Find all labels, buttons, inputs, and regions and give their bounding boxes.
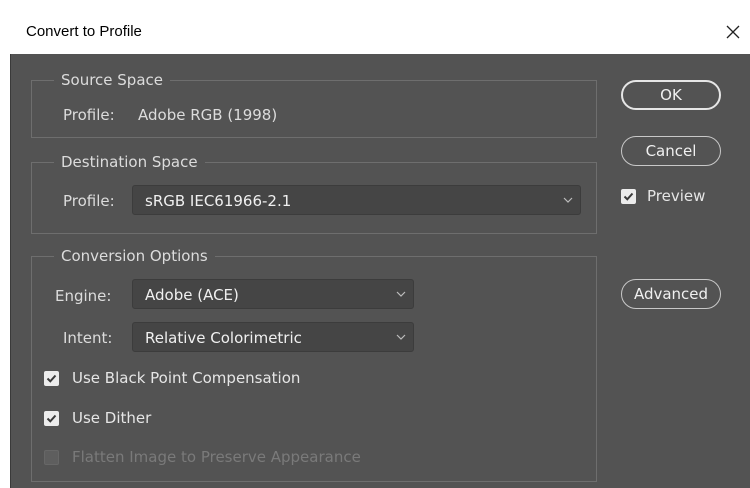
chevron-down-icon	[396, 334, 406, 340]
intent-selected: Relative Colorimetric	[145, 329, 302, 347]
convert-to-profile-dialog: Convert to Profile Source Space Profile:…	[0, 0, 750, 488]
close-button[interactable]	[716, 14, 750, 50]
destination-profile-label: Profile:	[63, 192, 115, 210]
close-icon	[726, 25, 740, 39]
source-profile-label: Profile:	[63, 106, 115, 124]
checkmark-icon	[46, 374, 57, 383]
engine-selected: Adobe (ACE)	[145, 286, 239, 304]
destination-space-group: Destination Space Profile: sRGB IEC61966…	[31, 152, 597, 234]
window-title: Convert to Profile	[26, 23, 142, 40]
chevron-down-icon	[563, 197, 573, 203]
preview-checkbox[interactable]	[621, 189, 636, 204]
chevron-down-icon	[396, 291, 406, 297]
checkmark-icon	[623, 192, 634, 201]
conversion-options-legend: Conversion Options	[54, 246, 215, 266]
advanced-button[interactable]: Advanced	[621, 279, 721, 309]
title-bar: Convert to Profile	[0, 0, 750, 54]
preview-label: Preview	[647, 187, 706, 205]
engine-label: Engine:	[55, 287, 112, 305]
checkmark-icon	[46, 414, 57, 423]
dialog-body: Source Space Profile: Adobe RGB (1998) D…	[10, 54, 750, 488]
black-point-checkbox[interactable]	[44, 371, 59, 386]
intent-select[interactable]: Relative Colorimetric	[132, 322, 414, 352]
black-point-label: Use Black Point Compensation	[72, 369, 301, 387]
flatten-label: Flatten Image to Preserve Appearance	[72, 448, 361, 466]
intent-label: Intent:	[63, 329, 113, 347]
destination-profile-select[interactable]: sRGB IEC61966-2.1	[132, 185, 581, 215]
source-profile-value: Adobe RGB (1998)	[138, 106, 278, 124]
engine-select[interactable]: Adobe (ACE)	[132, 279, 414, 309]
destination-profile-selected: sRGB IEC61966-2.1	[145, 192, 292, 210]
flatten-checkbox	[44, 450, 59, 465]
destination-space-legend: Destination Space	[54, 152, 205, 172]
ok-button[interactable]: OK	[621, 80, 721, 110]
source-space-group: Source Space Profile: Adobe RGB (1998)	[31, 70, 597, 138]
conversion-options-group: Conversion Options Engine: Adobe (ACE) I…	[31, 246, 597, 482]
source-space-legend: Source Space	[54, 70, 170, 90]
dither-checkbox[interactable]	[44, 411, 59, 426]
dither-label: Use Dither	[72, 409, 152, 427]
cancel-button[interactable]: Cancel	[621, 136, 721, 166]
